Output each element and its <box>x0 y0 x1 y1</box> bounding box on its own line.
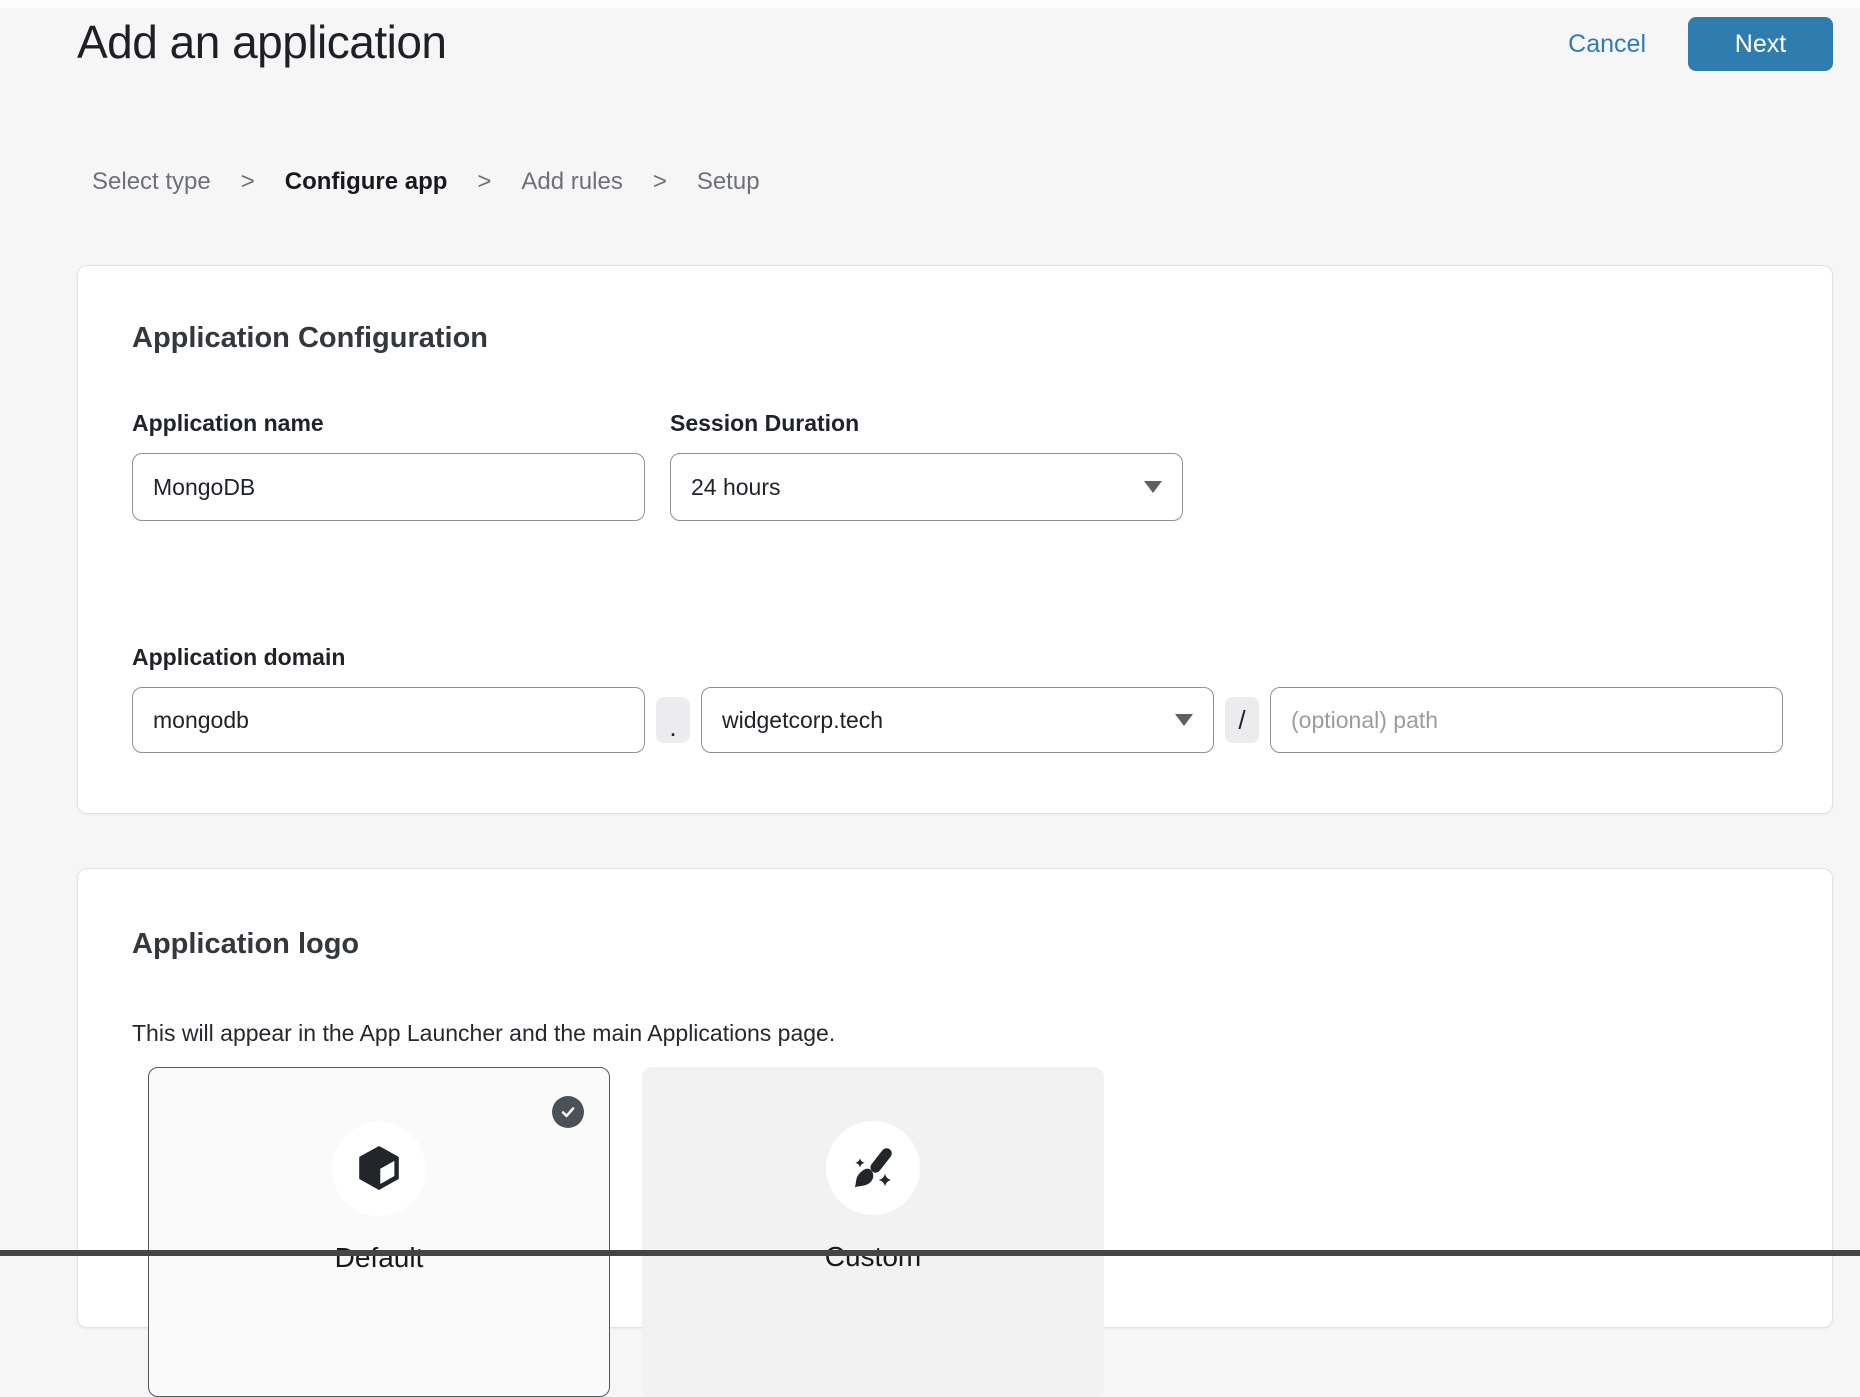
cube-icon <box>354 1144 404 1194</box>
application-name-field: Application name <box>132 409 645 521</box>
config-card-heading: Application Configuration <box>132 321 1785 356</box>
step-separator: > <box>477 168 491 196</box>
default-logo-circle <box>332 1122 426 1216</box>
page-title: Add an application <box>77 16 447 69</box>
session-duration-select[interactable]: 24 hours <box>670 453 1183 521</box>
slash-separator: / <box>1225 697 1259 743</box>
step-separator: > <box>241 168 255 196</box>
chevron-down-icon <box>1144 481 1162 493</box>
logo-options: Default Custom <box>148 1067 1785 1397</box>
window-top-edge <box>0 0 1860 8</box>
bottom-edge-bar <box>0 1250 1860 1256</box>
session-duration-label: Session Duration <box>670 409 1183 437</box>
application-domain-row: . widgetcorp.tech / <box>132 687 1785 753</box>
paintbrush-icon <box>848 1143 898 1193</box>
page-header: Add an application Cancel Next <box>0 0 1860 72</box>
header-actions: Cancel Next <box>1568 16 1833 72</box>
application-domain-label: Application domain <box>132 643 1785 671</box>
check-icon <box>558 1102 578 1122</box>
session-duration-field: Session Duration 24 hours <box>670 409 1183 521</box>
domain-select[interactable]: widgetcorp.tech <box>701 687 1214 753</box>
application-configuration-card: Application Configuration Application na… <box>77 265 1833 814</box>
step-separator: > <box>653 168 667 196</box>
next-button[interactable]: Next <box>1688 17 1833 71</box>
application-name-label: Application name <box>132 409 645 437</box>
step-select-type: Select type <box>92 168 211 196</box>
path-input[interactable] <box>1270 687 1783 753</box>
logo-option-custom[interactable]: Custom <box>642 1067 1104 1397</box>
logo-card-heading: Application logo <box>132 927 1785 962</box>
logo-card-description: This will appear in the App Launcher and… <box>132 1019 1785 1047</box>
session-duration-value: 24 hours <box>691 474 781 501</box>
application-logo-card: Application logo This will appear in the… <box>77 868 1833 1328</box>
selected-check-badge <box>552 1096 584 1128</box>
custom-logo-circle <box>826 1121 920 1215</box>
domain-select-value: widgetcorp.tech <box>722 707 883 734</box>
logo-option-label: Custom <box>642 1241 1104 1273</box>
wizard-steps: Select type > Configure app > Add rules … <box>92 168 1860 196</box>
cancel-button[interactable]: Cancel <box>1568 30 1646 59</box>
chevron-down-icon <box>1175 714 1193 726</box>
logo-option-label: Default <box>149 1242 609 1274</box>
subdomain-input[interactable] <box>132 687 645 753</box>
application-name-input[interactable] <box>132 453 645 521</box>
dot-separator: . <box>656 697 690 743</box>
step-setup: Setup <box>697 168 760 196</box>
step-add-rules: Add rules <box>521 168 622 196</box>
logo-option-default[interactable]: Default <box>148 1067 610 1397</box>
step-configure-app: Configure app <box>285 168 448 196</box>
